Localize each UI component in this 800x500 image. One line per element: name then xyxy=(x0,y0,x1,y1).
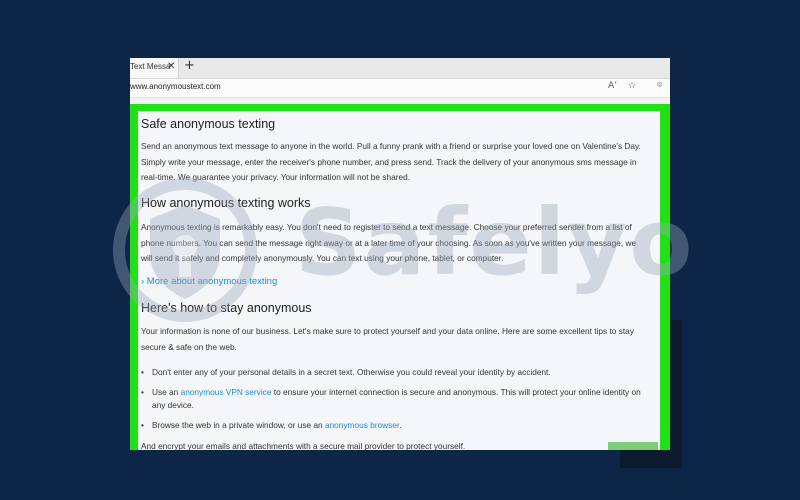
browser-window: Text Messa ✕ + www.anonymoustext.com Aʼ … xyxy=(130,58,670,450)
bullet-dot: • xyxy=(141,367,144,377)
bullet-text-pre: Browse the web in a private window, or u… xyxy=(152,420,325,430)
cut-off-list-item: And encrypt your emails and attachments … xyxy=(141,441,466,450)
new-tab-icon[interactable]: + xyxy=(184,58,195,73)
list-item: • Use an anonymous VPN service to ensure… xyxy=(141,386,641,412)
vpn-service-link[interactable]: anonymous VPN service xyxy=(181,387,272,397)
green-button-partial[interactable] xyxy=(608,442,658,450)
close-tab-icon[interactable]: ✕ xyxy=(167,61,175,72)
tab-bar: Text Messa ✕ + xyxy=(130,58,670,79)
heading-safe-texting: Safe anonymous texting xyxy=(141,117,276,131)
bullet-dot: • xyxy=(141,420,144,430)
bullet-text-pre: Use an xyxy=(152,387,181,397)
bullet-dot: • xyxy=(141,387,144,397)
paragraph-stay-anonymous: Your information is none of our business… xyxy=(141,326,634,352)
web-page-content: Safe anonymous texting Send an anonymous… xyxy=(138,111,660,450)
bullet-text-post: . xyxy=(399,420,402,430)
read-aloud-icon[interactable]: Aʼ xyxy=(608,81,617,91)
heading-stay-anonymous: Here's how to stay anonymous xyxy=(141,301,312,315)
bullet-text: Don't enter any of your personal details… xyxy=(152,367,551,377)
highlight-frame: Safe anonymous texting Send an anonymous… xyxy=(130,104,670,450)
browser-tab[interactable]: Text Messa ✕ xyxy=(130,58,179,78)
bullet-text: Use an anonymous VPN service to ensure y… xyxy=(152,386,642,411)
url-text[interactable]: www.anonymoustext.com xyxy=(130,82,221,91)
heading-how-it-works: How anonymous texting works xyxy=(141,196,311,210)
anonymous-browser-link[interactable]: anonymous browser xyxy=(325,420,399,430)
paragraph-how-it-works: Anonymous texting is remarkably easy. Yo… xyxy=(141,222,637,263)
tab-title: Text Messa xyxy=(130,62,171,71)
address-bar[interactable]: www.anonymoustext.com Aʼ ☆ ⌾ xyxy=(130,79,670,98)
bullet-text: Browse the web in a private window, or u… xyxy=(152,419,642,432)
profile-icon[interactable]: ⌾ xyxy=(657,81,662,91)
more-about-link[interactable]: › More about anonymous texting xyxy=(141,276,277,287)
paragraph-intro: Send an anonymous text message to anyone… xyxy=(141,141,641,182)
favorite-icon[interactable]: ☆ xyxy=(628,81,636,91)
